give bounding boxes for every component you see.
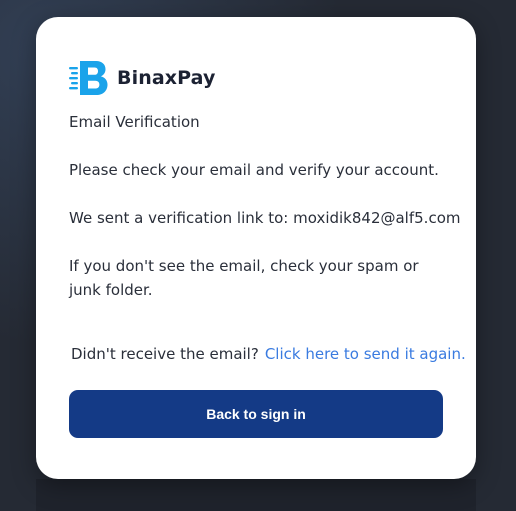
resend-link[interactable]: Click here to send it again. xyxy=(265,345,466,363)
sent-to-text: We sent a verification link to: moxidik8… xyxy=(69,209,461,227)
spam-note-text: If you don't see the email, check your s… xyxy=(69,257,419,299)
resend-row: Didn't receive the email? Click here to s… xyxy=(71,342,466,366)
resend-prompt: Didn't receive the email? xyxy=(71,345,259,363)
page-title: Email Verification xyxy=(69,113,200,131)
verification-card: BinaxPay Email Verification Please check… xyxy=(36,17,476,479)
brand-name: BinaxPay xyxy=(117,67,216,89)
brand-header: BinaxPay xyxy=(69,61,215,95)
back-to-sign-in-button[interactable]: Back to sign in xyxy=(69,390,443,438)
card-shadow-strip xyxy=(36,479,476,511)
binaxpay-b-logo-icon xyxy=(69,61,108,95)
instruction-text: Please check your email and verify your … xyxy=(69,161,439,179)
